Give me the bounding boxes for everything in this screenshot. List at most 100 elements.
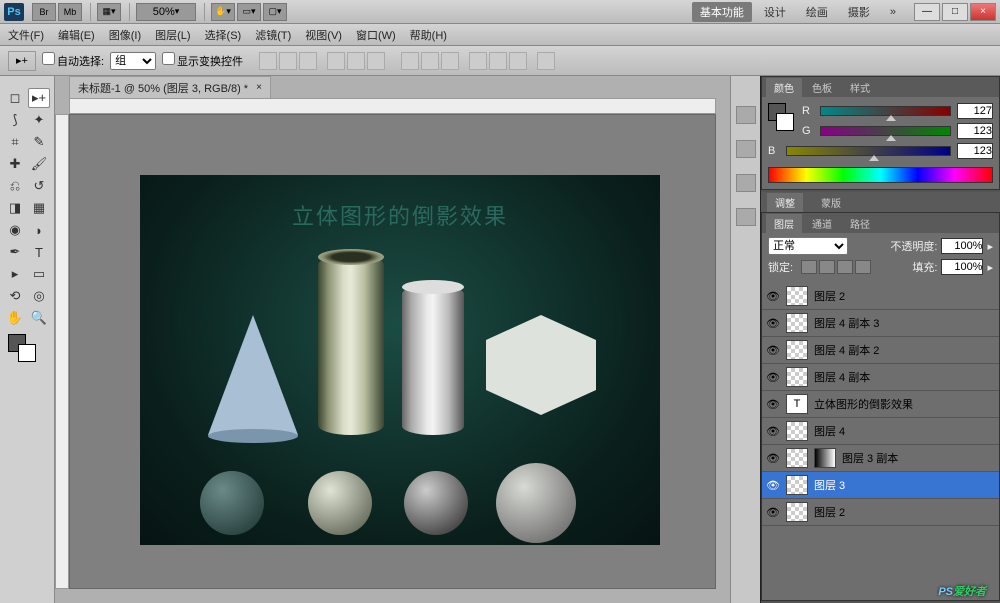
path-tool[interactable]: ▸ xyxy=(4,264,26,284)
workspace-more-button[interactable]: » xyxy=(882,4,904,20)
b-slider[interactable] xyxy=(786,146,951,156)
menu-view[interactable]: 视图(V) xyxy=(305,27,342,43)
menu-window[interactable]: 窗口(W) xyxy=(356,27,396,43)
opacity-input[interactable] xyxy=(941,238,983,254)
visibility-eye-icon[interactable]: 👁 xyxy=(766,478,780,492)
move-tool[interactable]: ▸+ xyxy=(28,88,50,108)
background-color[interactable] xyxy=(18,344,36,362)
visibility-eye-icon[interactable]: 👁 xyxy=(766,397,780,411)
eraser-tool[interactable]: ◨ xyxy=(4,198,26,218)
lock-position-icon[interactable] xyxy=(837,260,853,274)
auto-select-target-dropdown[interactable]: 组 xyxy=(110,52,156,70)
g-input[interactable] xyxy=(957,123,993,139)
menu-filter[interactable]: 滤镜(T) xyxy=(255,27,291,43)
tab-paths[interactable]: 路径 xyxy=(842,214,878,233)
tab-styles[interactable]: 样式 xyxy=(842,78,878,97)
tab-color[interactable]: 颜色 xyxy=(766,78,802,97)
workspace-basic-button[interactable]: 基本功能 xyxy=(692,2,752,22)
workspace-photo-button[interactable]: 摄影 xyxy=(840,2,878,22)
visibility-eye-icon[interactable]: 👁 xyxy=(766,424,780,438)
lasso-tool[interactable]: ⟆ xyxy=(4,110,26,130)
wand-tool[interactable]: ✦ xyxy=(28,110,50,130)
dist-hcenter-icon[interactable] xyxy=(489,52,507,70)
menu-file[interactable]: 文件(F) xyxy=(8,27,44,43)
visibility-eye-icon[interactable]: 👁 xyxy=(766,343,780,357)
hand-tool[interactable]: ✋ xyxy=(4,308,26,328)
b-input[interactable] xyxy=(957,143,993,159)
auto-select-checkbox[interactable]: 自动选择: xyxy=(42,52,104,69)
tab-adjustments[interactable]: 调整 xyxy=(767,193,803,212)
bridge-button[interactable]: Br xyxy=(32,3,56,21)
view-extras-button[interactable]: ▦▾ xyxy=(97,3,121,21)
dist-left-icon[interactable] xyxy=(469,52,487,70)
marquee-tool[interactable]: ◻ xyxy=(4,88,26,108)
window-close-button[interactable]: × xyxy=(970,3,996,21)
visibility-eye-icon[interactable]: 👁 xyxy=(766,370,780,384)
spectrum-bar[interactable] xyxy=(768,167,993,183)
dist-vcenter-icon[interactable] xyxy=(421,52,439,70)
dist-right-icon[interactable] xyxy=(509,52,527,70)
hand-tool-button[interactable]: ✋▾ xyxy=(211,3,235,21)
layer-row[interactable]: 👁图层 3 副本 xyxy=(762,445,999,472)
menu-layer[interactable]: 图层(L) xyxy=(155,27,190,43)
color-panel-swatches[interactable] xyxy=(768,103,796,139)
menu-image[interactable]: 图像(I) xyxy=(109,27,141,43)
layer-row[interactable]: 👁图层 4 副本 xyxy=(762,364,999,391)
layer-row[interactable]: 👁图层 3 xyxy=(762,472,999,499)
align-bottom-icon[interactable] xyxy=(299,52,317,70)
tab-layers[interactable]: 图层 xyxy=(766,214,802,233)
lock-transparent-icon[interactable] xyxy=(801,260,817,274)
layers-list[interactable]: 👁图层 2👁图层 4 副本 3👁图层 4 副本 2👁图层 4 副本👁T立体图形的… xyxy=(762,283,999,600)
screen-mode-button[interactable]: ▢▾ xyxy=(263,3,287,21)
minibridge-button[interactable]: Mb xyxy=(58,3,82,21)
layer-row[interactable]: 👁T立体图形的倒影效果 xyxy=(762,391,999,418)
auto-align-icon[interactable] xyxy=(537,52,555,70)
visibility-eye-icon[interactable]: 👁 xyxy=(766,505,780,519)
gradient-tool[interactable]: ▦ xyxy=(28,198,50,218)
opacity-arrow-icon[interactable]: ▸ xyxy=(987,240,993,253)
document-tab[interactable]: 未标题-1 @ 50% (图层 3, RGB/8) * × xyxy=(69,76,271,98)
pen-tool[interactable]: ✒ xyxy=(4,242,26,262)
window-maximize-button[interactable]: □ xyxy=(942,3,968,21)
dist-bottom-icon[interactable] xyxy=(441,52,459,70)
brush-tool[interactable]: 🖌 xyxy=(28,154,50,174)
menu-select[interactable]: 选择(S) xyxy=(205,27,242,43)
align-top-icon[interactable] xyxy=(259,52,277,70)
lock-all-icon[interactable] xyxy=(855,260,871,274)
eyedropper-tool[interactable]: ✎ xyxy=(28,132,50,152)
3d-tool[interactable]: ⟲ xyxy=(4,286,26,306)
clone-source-icon[interactable] xyxy=(736,174,756,192)
history-icon[interactable] xyxy=(736,106,756,124)
workspace-design-button[interactable]: 设计 xyxy=(756,2,794,22)
r-input[interactable] xyxy=(957,103,993,119)
color-swatches[interactable] xyxy=(4,334,50,364)
dodge-tool[interactable]: ◗ xyxy=(28,220,50,240)
align-vcenter-icon[interactable] xyxy=(279,52,297,70)
zoom-tool[interactable]: 🔍 xyxy=(28,308,50,328)
blend-mode-dropdown[interactable]: 正常 xyxy=(768,237,848,255)
g-slider[interactable] xyxy=(820,126,951,136)
layer-row[interactable]: 👁图层 4 xyxy=(762,418,999,445)
canvas-viewport[interactable]: 立体图形的倒影效果 xyxy=(69,114,716,589)
layer-row[interactable]: 👁图层 2 xyxy=(762,499,999,526)
arrange-button[interactable]: ▭▾ xyxy=(237,3,261,21)
camera-tool[interactable]: ◎ xyxy=(28,286,50,306)
menu-help[interactable]: 帮助(H) xyxy=(410,27,447,43)
document-tab-close-icon[interactable]: × xyxy=(256,82,262,93)
tab-masks[interactable]: 蒙版 xyxy=(813,193,849,212)
align-right-icon[interactable] xyxy=(367,52,385,70)
brush-preset-icon[interactable] xyxy=(736,140,756,158)
zoom-level-dropdown[interactable]: 50% ▾ xyxy=(136,3,196,21)
menu-edit[interactable]: 编辑(E) xyxy=(58,27,95,43)
visibility-eye-icon[interactable]: 👁 xyxy=(766,316,780,330)
shape-tool[interactable]: ▭ xyxy=(28,264,50,284)
fill-input[interactable] xyxy=(941,259,983,275)
heal-tool[interactable]: ✚ xyxy=(4,154,26,174)
lock-image-icon[interactable] xyxy=(819,260,835,274)
layer-row[interactable]: 👁图层 4 副本 2 xyxy=(762,337,999,364)
window-minimize-button[interactable]: — xyxy=(914,3,940,21)
align-left-icon[interactable] xyxy=(327,52,345,70)
dist-top-icon[interactable] xyxy=(401,52,419,70)
blur-tool[interactable]: ◉ xyxy=(4,220,26,240)
align-hcenter-icon[interactable] xyxy=(347,52,365,70)
